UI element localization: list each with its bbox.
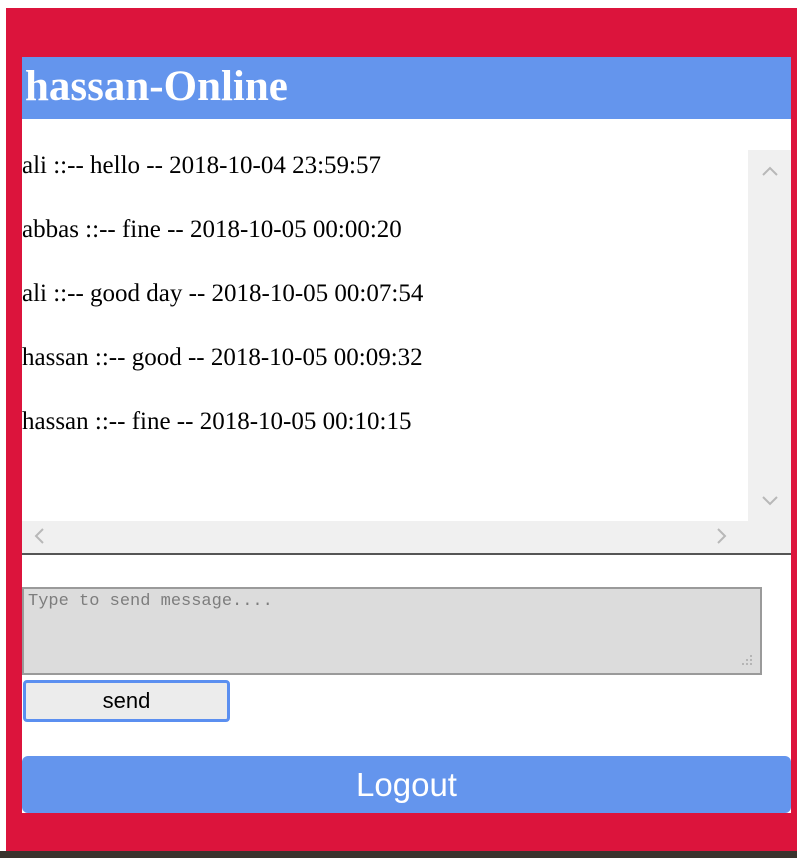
- resize-grip-icon[interactable]: [734, 653, 754, 671]
- page-title: hassan-Online: [25, 63, 288, 110]
- logout-button[interactable]: Logout: [22, 756, 791, 813]
- horizontal-scrollbar[interactable]: [22, 521, 748, 553]
- scrollbar-corner: [748, 521, 791, 553]
- message-item: ali ::-- good day -- 2018-10-05 00:07:54: [22, 280, 424, 307]
- chevron-right-icon[interactable]: [715, 527, 729, 548]
- chat-panel: hassan-Online ali ::-- hello -- 2018-10-…: [22, 57, 791, 813]
- chat-header: hassan-Online: [22, 57, 791, 119]
- message-item: ali ::-- hello -- 2018-10-04 23:59:57: [22, 152, 381, 179]
- message-log[interactable]: ali ::-- hello -- 2018-10-04 23:59:57 ab…: [22, 150, 791, 555]
- message-input[interactable]: [22, 587, 762, 675]
- chevron-down-icon[interactable]: [759, 490, 781, 510]
- message-item: hassan ::-- good -- 2018-10-05 00:09:32: [22, 344, 423, 371]
- message-list: ali ::-- hello -- 2018-10-04 23:59:57 ab…: [22, 150, 748, 521]
- bottom-edge: [0, 851, 797, 858]
- vertical-scrollbar[interactable]: [748, 150, 791, 521]
- send-button[interactable]: send: [23, 680, 230, 722]
- chevron-up-icon[interactable]: [759, 160, 781, 180]
- chevron-left-icon[interactable]: [32, 527, 46, 548]
- message-item: hassan ::-- fine -- 2018-10-05 00:10:15: [22, 408, 412, 435]
- message-item: abbas ::-- fine -- 2018-10-05 00:00:20: [22, 216, 402, 243]
- page: hassan-Online ali ::-- hello -- 2018-10-…: [0, 0, 797, 858]
